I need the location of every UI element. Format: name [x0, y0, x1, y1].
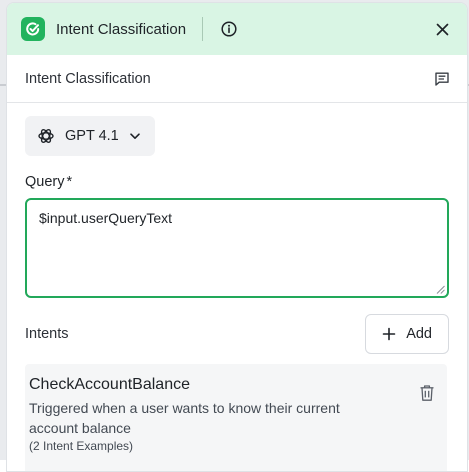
- model-selector[interactable]: GPT 4.1: [25, 116, 155, 156]
- add-intent-button[interactable]: Add: [365, 314, 449, 354]
- info-icon[interactable]: [220, 20, 238, 38]
- chevron-down-icon: [129, 130, 141, 142]
- intent-card[interactable]: CheckAccountBalance Triggered when a use…: [25, 364, 447, 471]
- panel-body: GPT 4.1 Query * $input.userQueryText Inte…: [7, 103, 467, 471]
- model-label: GPT 4.1: [65, 128, 119, 144]
- close-icon[interactable]: [433, 20, 451, 38]
- query-input-value: $input.userQueryText: [39, 210, 173, 226]
- query-input[interactable]: $input.userQueryText: [25, 198, 449, 298]
- panel-title: Intent Classification: [56, 20, 187, 38]
- query-label-text: Query: [25, 174, 65, 190]
- trash-icon[interactable]: [419, 384, 435, 402]
- intent-description: Triggered when a user wants to know thei…: [29, 400, 340, 436]
- resize-handle-icon[interactable]: [436, 285, 445, 294]
- intent-classification-panel: Intent Classification Intent Classificat…: [6, 2, 468, 472]
- header-divider: [202, 17, 204, 41]
- node-title-bar: Intent Classification: [7, 55, 467, 103]
- add-intent-label: Add: [406, 326, 432, 342]
- intents-header: Intents Add: [25, 314, 449, 354]
- intent-name: CheckAccountBalance: [29, 376, 190, 393]
- openai-icon: [37, 127, 55, 145]
- app-logo-icon: [21, 17, 45, 41]
- intent-examples-count: (2 Intent Examples): [29, 439, 134, 453]
- query-label: Query *: [25, 174, 449, 190]
- notes-icon[interactable]: [433, 70, 451, 88]
- node-title: Intent Classification: [25, 70, 151, 87]
- intents-label: Intents: [25, 326, 69, 342]
- panel-header: Intent Classification: [7, 3, 467, 55]
- required-marker: *: [66, 174, 73, 190]
- plus-icon: [382, 327, 396, 341]
